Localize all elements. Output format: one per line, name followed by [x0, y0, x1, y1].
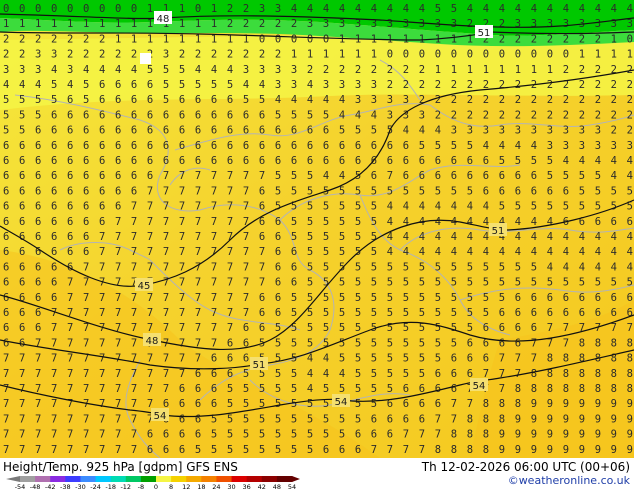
- map-canvas: 0 0 0 0 0 0 0 0 0 1 1 1 0 1 2 2 3 3 4 4 …: [0, 0, 634, 458]
- legend-tick: 54: [288, 483, 296, 490]
- contour-label: 51: [250, 357, 268, 371]
- map-footer: Height/Temp. 925 hPa [gdpm] GFS ENS Th 1…: [0, 458, 634, 490]
- legend-tick: 30: [227, 483, 235, 490]
- contour-label-text: 45: [138, 281, 151, 292]
- legend-tick: 18: [197, 483, 205, 490]
- legend-tick: 0: [154, 483, 158, 490]
- legend-tick: -48: [30, 483, 41, 490]
- contour-label: 54: [470, 378, 488, 392]
- contour-label: 48: [154, 11, 172, 25]
- contour-label: 54: [151, 408, 169, 422]
- contour-label: 48: [143, 333, 161, 347]
- legend-swatch: [110, 476, 127, 482]
- legend-swatch: [80, 476, 97, 482]
- legend-tick: -54: [15, 483, 26, 490]
- legend-tick: -42: [45, 483, 56, 490]
- legend-swatch: [50, 476, 66, 482]
- legend-swatch: [276, 476, 293, 482]
- contour-label: 51: [475, 25, 493, 39]
- contour-label-text: 48: [157, 14, 170, 25]
- contour-label: 54: [332, 394, 350, 408]
- legend-tick-labels: -54 -48 -42 -38 -30 -24 -18 -12 -8 0 8 12 18 24 30 36 42…: [15, 483, 296, 490]
- weather-map: 0 0 0 0 0 0 0 0 0 1 1 1 0 1 2 2 3 3 4 4 …: [0, 0, 634, 458]
- legend-swatch: [201, 476, 217, 482]
- legend-tick: 8: [169, 483, 173, 490]
- map-title: Height/Temp. 925 hPa [gdpm] GFS ENS: [3, 460, 238, 474]
- valid-time: Th 12-02-2026 06:00 UTC (00+06): [421, 460, 630, 474]
- legend-color-bar: [6, 476, 300, 482]
- legend-tick: -18: [105, 483, 116, 490]
- legend-swatch: [125, 476, 142, 482]
- contour-label-text: 48: [146, 336, 159, 347]
- legend-swatch: [171, 476, 187, 482]
- legend-arrow-left: [6, 476, 20, 482]
- legend-tick: -30: [75, 483, 86, 490]
- contour-label: 45: [135, 278, 153, 292]
- contour-label-text: 51: [253, 360, 266, 371]
- contour-label-text: 54: [154, 411, 167, 422]
- location-marker: [140, 53, 151, 64]
- legend-swatch: [35, 476, 51, 482]
- legend-swatch: [231, 476, 248, 482]
- legend-tick: 42: [258, 483, 266, 490]
- contour-label-text: 51: [492, 226, 505, 237]
- legend-swatch: [65, 476, 81, 482]
- contour-label: 51: [489, 223, 507, 237]
- contour-label-text: 51: [478, 28, 491, 39]
- legend-swatch: [140, 476, 157, 482]
- credit-link[interactable]: ©weatheronline.co.uk: [508, 474, 630, 487]
- legend-swatch: [186, 476, 202, 482]
- legend-arrow-right: [292, 476, 300, 482]
- legend-tick: 48: [273, 483, 281, 490]
- legend-tick: 24: [212, 483, 220, 490]
- legend-swatch: [246, 476, 263, 482]
- legend-tick: -8: [138, 483, 144, 490]
- contour-label-text: 54: [335, 397, 348, 408]
- legend-tick: 12: [182, 483, 190, 490]
- contour-label-text: 54: [473, 381, 486, 392]
- legend-swatch: [156, 476, 172, 482]
- legend-tick: 36: [243, 483, 251, 490]
- legend-swatch: [95, 476, 112, 482]
- legend-swatch: [216, 476, 233, 482]
- legend-tick: -12: [120, 483, 131, 490]
- legend-tick: -24: [90, 483, 101, 490]
- legend-swatch: [20, 476, 36, 482]
- legend-swatch: [261, 476, 278, 482]
- color-legend: -54 -48 -42 -38 -30 -24 -18 -12 -8 0 8 12 18 24 30 36 42…: [6, 476, 300, 490]
- legend-tick: -38: [60, 483, 71, 490]
